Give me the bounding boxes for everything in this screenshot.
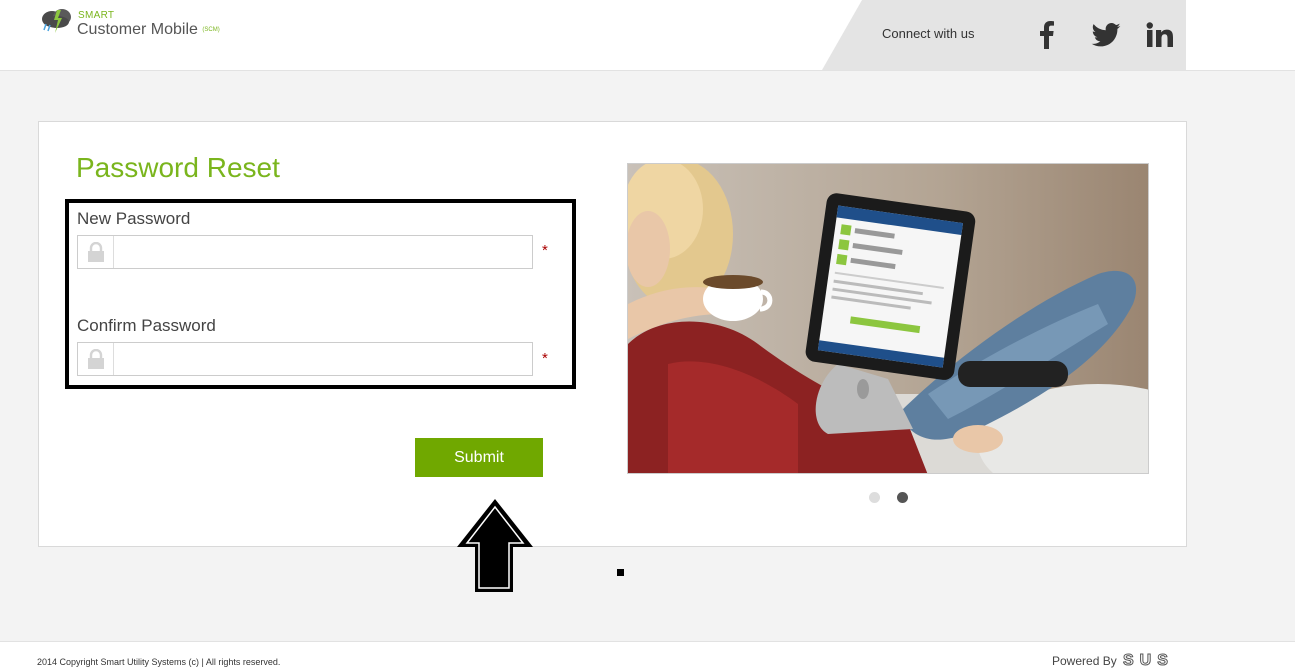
svg-text:SUS: SUS — [1123, 652, 1174, 669]
powered-by-text: Powered By — [1052, 654, 1117, 668]
new-password-field-wrapper — [77, 235, 533, 269]
copyright-text: 2014 Copyright Smart Utility Systems (c)… — [37, 657, 281, 667]
lock-icon — [78, 236, 114, 268]
logo-name-text: Customer Mobile (SCM) — [77, 21, 220, 39]
powered-by: Powered By SUS — [1052, 652, 1189, 670]
new-password-input[interactable] — [115, 236, 531, 268]
submit-button[interactable]: Submit — [415, 438, 543, 477]
logo[interactable]: SMART Customer Mobile (SCM) — [40, 6, 230, 46]
required-asterisk: * — [542, 350, 548, 367]
annotation-arrow-icon — [457, 499, 533, 592]
header: SMART Customer Mobile (SCM) Connect with… — [0, 0, 1295, 71]
confirm-password-field-wrapper — [77, 342, 533, 376]
new-password-label: New Password — [77, 209, 191, 228]
required-asterisk: * — [542, 242, 548, 259]
page-title: Password Reset — [76, 152, 280, 183]
footer: 2014 Copyright Smart Utility Systems (c)… — [0, 641, 1295, 671]
carousel-dot-2[interactable] — [897, 492, 908, 503]
carousel-image — [627, 163, 1149, 474]
logo-abbr: (SCM) — [202, 26, 220, 33]
confirm-password-input[interactable] — [115, 343, 531, 375]
facebook-icon[interactable] — [1030, 18, 1064, 52]
logo-smart-text: SMART — [78, 10, 115, 21]
woman-with-tablet-illustration — [628, 164, 1148, 473]
linkedin-icon[interactable] — [1143, 18, 1177, 52]
lock-icon — [78, 343, 114, 375]
carousel-pagination — [869, 492, 908, 503]
confirm-password-label: Confirm Password — [77, 316, 216, 335]
logo-name: Customer Mobile — [77, 21, 198, 38]
carousel-dot-1[interactable] — [869, 492, 880, 503]
sus-logo-icon: SUS — [1123, 652, 1174, 670]
twitter-icon[interactable] — [1089, 18, 1123, 52]
annotation-dot — [617, 569, 624, 576]
social-panel — [822, 0, 1186, 70]
cloud-logo-icon — [42, 9, 71, 33]
connect-with-us-text: Connect with us — [882, 26, 975, 41]
